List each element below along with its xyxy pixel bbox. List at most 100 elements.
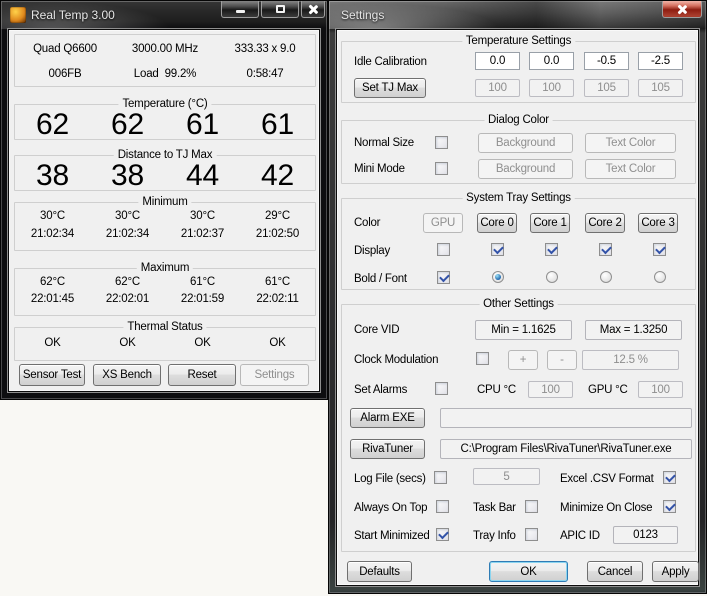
thermal-status-group-label: Thermal Status <box>123 321 206 334</box>
core2-min-temp: 30°C <box>165 210 240 223</box>
core2-distance: 44 <box>165 159 240 193</box>
task-bar-checkbox[interactable] <box>525 500 538 513</box>
alarm-exe-button[interactable]: Alarm EXE <box>350 408 425 428</box>
display-core0-checkbox[interactable] <box>491 243 504 256</box>
core2-color-button[interactable]: Core 2 <box>585 213 625 233</box>
tray-info-checkbox[interactable] <box>525 528 538 541</box>
font-core2-radio[interactable] <box>600 271 612 283</box>
settings-close-button[interactable] <box>662 1 702 18</box>
temperature-settings-group: Temperature Settings Idle Calibration 0.… <box>341 41 696 103</box>
rivatuner-button[interactable]: RivaTuner <box>350 439 425 459</box>
csv-format-label: Excel .CSV Format <box>560 472 654 486</box>
core1-max-temp: 62°C <box>90 276 165 289</box>
apply-button[interactable]: Apply <box>652 561 699 582</box>
mini-background-button: Background <box>478 159 573 179</box>
set-alarms-label: Set Alarms <box>354 383 407 397</box>
system-tray-group: System Tray Settings Color GPU Core 0 Co… <box>341 198 696 290</box>
cpuid-value: 006FB <box>15 68 115 81</box>
maximize-button[interactable] <box>261 1 299 18</box>
realtemp-app-icon <box>10 7 26 23</box>
rivatuner-path-field[interactable]: C:\Program Files\RivaTuner\RivaTuner.exe <box>440 439 692 459</box>
settings-button: Settings <box>240 364 309 386</box>
cancel-button[interactable]: Cancel <box>587 561 643 582</box>
tj-max-core0-field: 100 <box>475 79 520 97</box>
defaults-button[interactable]: Defaults <box>347 561 412 582</box>
set-alarms-checkbox[interactable] <box>435 382 448 395</box>
settings-caption-buttons <box>660 1 702 18</box>
core0-max-temp: 62°C <box>15 276 90 289</box>
tj-max-core2-field: 105 <box>584 79 629 97</box>
clock-minus-button: - <box>547 350 577 370</box>
bold-font-checkbox[interactable] <box>437 271 450 284</box>
realtemp-close-button[interactable] <box>301 1 325 18</box>
reset-button[interactable]: Reset <box>168 364 236 386</box>
core0-min-temp: 30°C <box>15 210 90 223</box>
settings-window: Settings Temperature Settings Idle Calib… <box>328 0 707 594</box>
core-vid-max-field: Max = 1.3250 <box>585 320 682 340</box>
color-label: Color <box>354 216 380 230</box>
display-gpu-checkbox[interactable] <box>437 243 450 256</box>
cpu-alarm-field: 100 <box>528 381 573 398</box>
minimize-on-close-checkbox[interactable] <box>663 500 676 513</box>
core2-max-time: 22:01:59 <box>165 293 240 306</box>
sensor-test-button[interactable]: Sensor Test <box>19 364 85 386</box>
core1-color-button[interactable]: Core 1 <box>530 213 570 233</box>
core2-temperature: 61 <box>165 108 240 142</box>
temperature-settings-label: Temperature Settings <box>462 35 575 48</box>
start-minimized-checkbox[interactable] <box>436 528 449 541</box>
idle-calibration-core3-input[interactable]: -2.5 <box>638 52 683 70</box>
idle-calibration-core1-input[interactable]: 0.0 <box>529 52 574 70</box>
minimum-group-label: Minimum <box>138 196 191 209</box>
settings-body: Temperature Settings Idle Calibration 0.… <box>336 29 699 586</box>
idle-calibration-core0-input[interactable]: 0.0 <box>475 52 520 70</box>
log-file-checkbox[interactable] <box>434 471 447 484</box>
core0-thermal-status: OK <box>15 337 90 350</box>
font-core1-radio[interactable] <box>546 271 558 283</box>
realtemp-window: Real Temp 3.00 Quad Q6600 3000.00 MHz 33… <box>0 0 328 400</box>
normal-text-color-button: Text Color <box>585 133 676 153</box>
ok-button[interactable]: OK <box>489 561 568 582</box>
core0-temperature: 62 <box>15 108 90 142</box>
core1-min-time: 21:02:34 <box>90 228 165 241</box>
core3-temperature: 61 <box>240 108 315 142</box>
settings-title: Settings <box>341 8 384 22</box>
normal-size-checkbox[interactable] <box>435 136 448 149</box>
core0-max-time: 22:01:45 <box>15 293 90 306</box>
xs-bench-button[interactable]: XS Bench <box>93 364 161 386</box>
start-minimized-label: Start Minimized <box>354 529 430 543</box>
distance-group: Distance to TJ Max 38 38 44 42 <box>14 155 316 191</box>
core1-min-temp: 30°C <box>90 210 165 223</box>
clock-modulation-checkbox[interactable] <box>476 352 489 365</box>
gpu-alarm-label: GPU °C <box>588 383 628 397</box>
display-core3-checkbox[interactable] <box>653 243 666 256</box>
clock-modulation-value-field: 12.5 % <box>582 350 679 370</box>
core0-color-button[interactable]: Core 0 <box>477 213 517 233</box>
apic-id-field[interactable]: 0123 <box>613 526 678 544</box>
system-tray-label: System Tray Settings <box>462 192 575 205</box>
core3-distance: 42 <box>240 159 315 193</box>
always-on-top-checkbox[interactable] <box>436 500 449 513</box>
log-interval-field: 5 <box>473 468 540 485</box>
display-core2-checkbox[interactable] <box>599 243 612 256</box>
core0-distance: 38 <box>15 159 90 193</box>
font-core0-radio[interactable] <box>492 271 504 283</box>
font-core3-radio[interactable] <box>654 271 666 283</box>
mini-mode-checkbox[interactable] <box>435 162 448 175</box>
minimize-button[interactable] <box>221 1 259 18</box>
thermal-status-group: Thermal Status OK OK OK OK <box>14 327 316 361</box>
other-settings-group: Other Settings Core VID Min = 1.1625 Max… <box>341 304 696 552</box>
mini-text-color-button: Text Color <box>585 159 676 179</box>
csv-format-checkbox[interactable] <box>663 471 676 484</box>
dialog-color-group: Dialog Color Normal Size Background Text… <box>341 120 696 184</box>
display-label: Display <box>354 244 390 258</box>
cpu-speed: 3000.00 MHz <box>115 43 215 56</box>
idle-calibration-core2-input[interactable]: -0.5 <box>584 52 629 70</box>
display-core1-checkbox[interactable] <box>545 243 558 256</box>
cpu-info-panel: Quad Q6600 3000.00 MHz 333.33 x 9.0 006F… <box>14 34 316 87</box>
gpu-color-button: GPU <box>423 213 463 233</box>
bold-font-label: Bold / Font <box>354 272 407 286</box>
core3-color-button[interactable]: Core 3 <box>638 213 678 233</box>
set-tj-max-button[interactable]: Set TJ Max <box>354 78 426 98</box>
maximum-group-label: Maximum <box>137 262 193 275</box>
alarm-exe-path-field[interactable] <box>440 408 692 428</box>
